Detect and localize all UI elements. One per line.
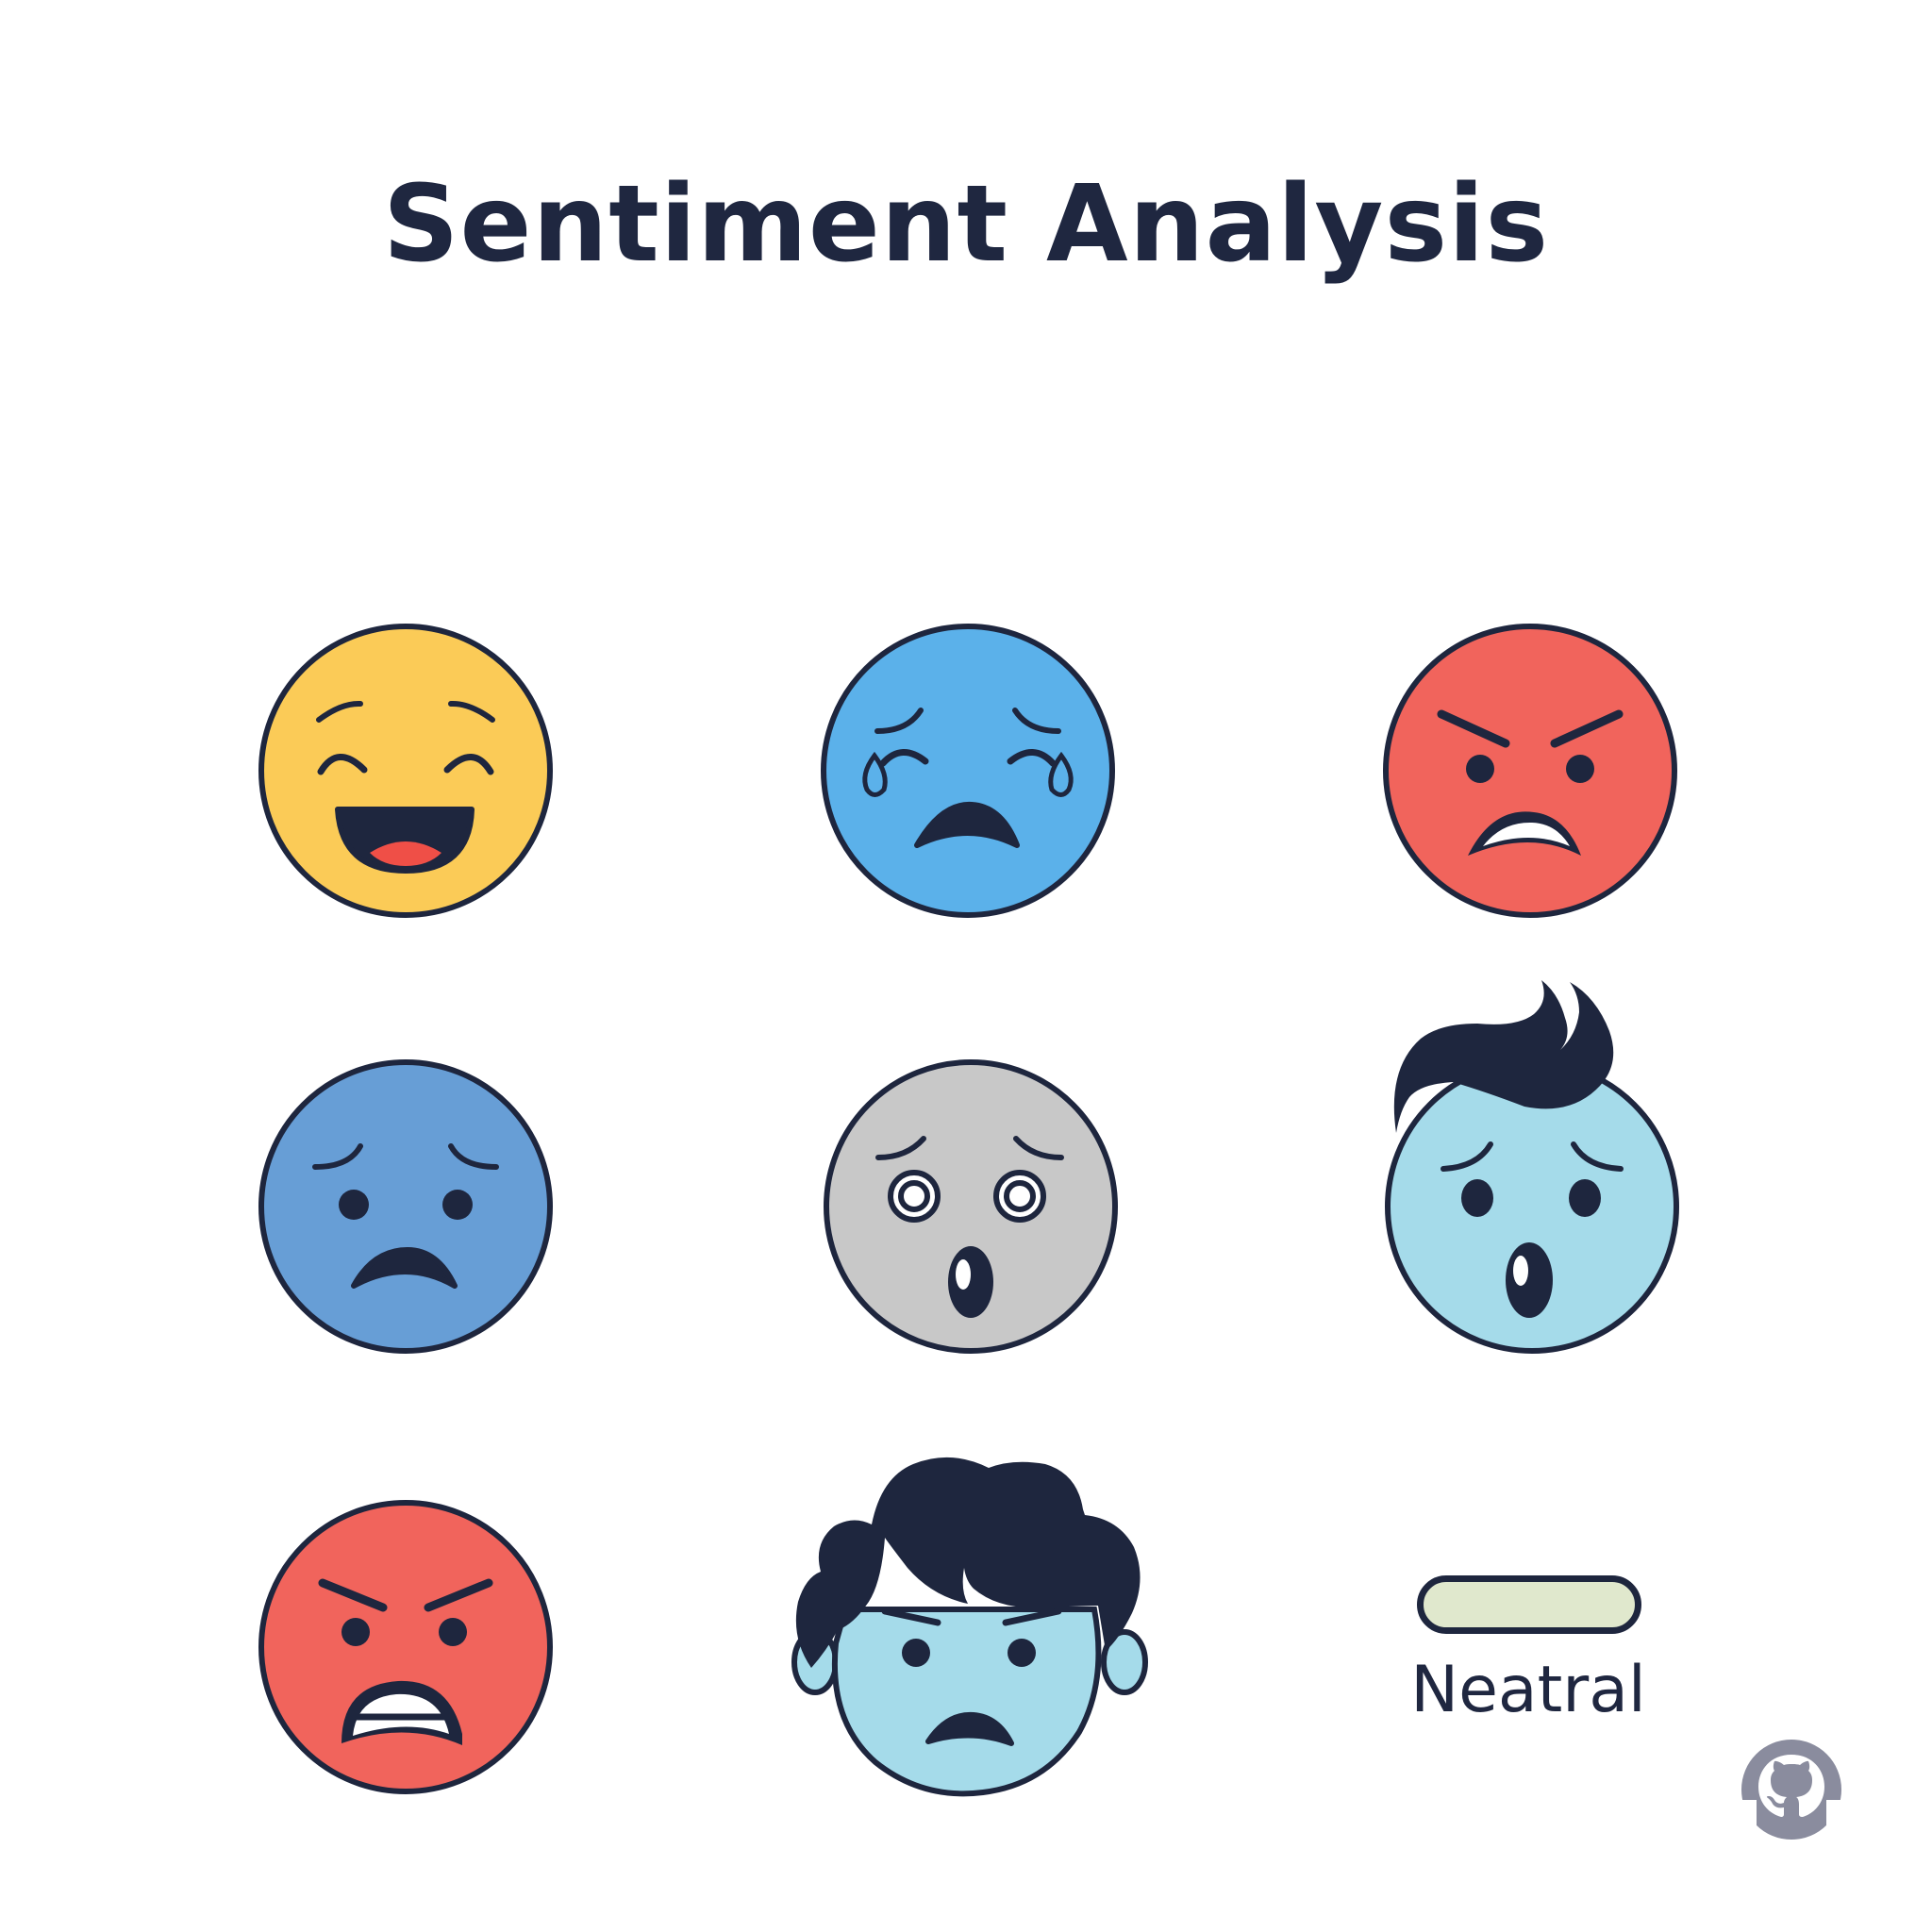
angry-face-icon	[255, 1496, 557, 1798]
surprised-face-icon	[820, 1056, 1122, 1357]
sad-face-icon	[255, 1056, 557, 1357]
surprised-face-with-hair-icon	[1383, 974, 1685, 1357]
crying-face-icon	[817, 620, 1119, 922]
sentiment-bar	[1417, 1575, 1641, 1634]
github-icon[interactable]	[1740, 1738, 1843, 1841]
angry-face-icon	[1379, 620, 1681, 922]
laughing-face-icon	[255, 620, 557, 922]
grumpy-face-with-hair-icon	[791, 1421, 1149, 1798]
page-title: Sentiment Analysis	[382, 163, 1550, 286]
sentiment-label: Neatral	[1410, 1653, 1646, 1727]
